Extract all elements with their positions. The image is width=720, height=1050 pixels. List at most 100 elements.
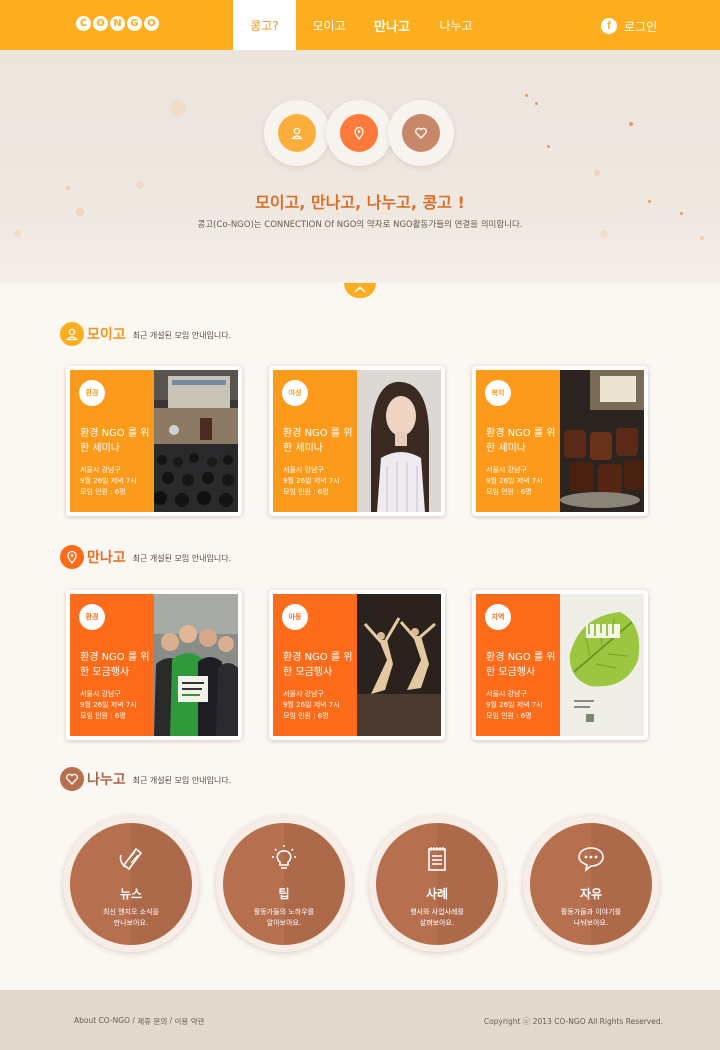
meetup-card[interactable]: 복지 환경 NGO 를 위한 세미나 서울시 강남구 9월 26일 저녁 7시 … bbox=[472, 366, 648, 516]
dancers-photo bbox=[357, 594, 441, 736]
decor-dot bbox=[136, 181, 144, 189]
footer: About CO-NGO / 제휴 문의 / 이용 약관 Copyright ⓒ… bbox=[0, 990, 720, 1050]
chat-bubble-icon bbox=[578, 847, 604, 872]
logo-letter: O bbox=[93, 16, 108, 31]
card-info-panel: 환경 환경 NGO 를 위한 세미나 서울시 강남구 9월 26일 저녁 7시 … bbox=[70, 370, 154, 512]
card-info-panel: 환경 환경 NGO 를 위한 모금행사 서울시 강남구 9월 26일 저녁 7시… bbox=[70, 594, 154, 736]
card-time: 9월 26일 저녁 7시 bbox=[486, 477, 543, 485]
card-info: 서울시 강남구 9월 26일 저녁 7시 모임 인원 : 6명 bbox=[486, 689, 560, 722]
decor-dot bbox=[594, 170, 600, 176]
share-desc: 활동가들의 노하우를 알아보아요. bbox=[223, 907, 345, 929]
share-desc-line: 최신 엔지오 소식을 bbox=[103, 908, 159, 916]
card-members: 모임 인원 : 6명 bbox=[80, 488, 126, 496]
chevron-up-icon bbox=[354, 286, 366, 293]
logo-letter: G bbox=[127, 16, 142, 31]
footer-links: About CO-NGO / 제휴 문의 / 이용 약관 bbox=[74, 1016, 205, 1027]
heart-icon bbox=[402, 114, 440, 152]
card-time: 9월 26일 저녁 7시 bbox=[80, 477, 137, 485]
main-nav: 콩고? 모이고 만나고 나누고 bbox=[233, 0, 490, 50]
card-members: 모임 인원 : 6명 bbox=[283, 488, 329, 496]
card-time: 9월 26일 저녁 7시 bbox=[283, 477, 340, 485]
nav-item-moigo[interactable]: 모이고 bbox=[296, 0, 362, 50]
hero-title: 모이고, 만나고, 나누고, 콩고 ! bbox=[255, 193, 465, 212]
decor-dot bbox=[700, 236, 704, 240]
person-icon bbox=[60, 322, 84, 346]
meetup-card[interactable]: 지역 환경 NGO 를 위한 모금행사 서울시 강남구 9월 26일 저녁 7시… bbox=[472, 590, 648, 740]
notepad-icon bbox=[428, 847, 446, 871]
section-title: 나누고 bbox=[87, 772, 126, 788]
hero-icon-rings bbox=[264, 100, 454, 166]
card-title: 환경 NGO 를 위한 세미나 bbox=[80, 428, 150, 454]
nav-item-congo[interactable]: 콩고? bbox=[233, 0, 296, 50]
card-info-panel: 지역 환경 NGO 를 위한 모금행사 서울시 강남구 9월 26일 저녁 7시… bbox=[476, 594, 560, 736]
section-header-mannago: 만나고 최근 개설된 모임 안내입니다. bbox=[60, 545, 231, 569]
nav-item-nanugo[interactable]: 나누고 bbox=[422, 0, 490, 50]
copyright: Copyright ⓒ 2013 CO-NGO All Rights Reser… bbox=[483, 1017, 663, 1026]
card-members: 모임 인원 : 6명 bbox=[283, 712, 329, 720]
card-location: 서울시 강남구 bbox=[80, 690, 121, 698]
facebook-icon[interactable]: f bbox=[601, 18, 617, 34]
section-header-nanugo: 나누고 최근 개설된 모임 안내입니다. bbox=[60, 767, 231, 791]
footer-separator: / bbox=[167, 1016, 175, 1025]
logo[interactable]: C O N G O bbox=[76, 16, 159, 31]
footer-link-terms[interactable]: 이용 약관 bbox=[175, 1016, 205, 1027]
card-location: 서울시 강남구 bbox=[283, 690, 324, 698]
section-header-moigo: 모이고 최근 개설된 모임 안내입니다. bbox=[60, 322, 231, 346]
card-title: 환경 NGO 를 위한 세미나 bbox=[486, 428, 556, 454]
meetup-card[interactable]: 아동 환경 NGO 를 위한 모금행사 서울시 강남구 9월 26일 저녁 7시… bbox=[269, 590, 445, 740]
card-title: 환경 NGO 를 위한 모금행사 bbox=[283, 652, 353, 678]
lightbulb-icon bbox=[272, 845, 296, 869]
footer-link-about[interactable]: About CO-NGO bbox=[74, 1016, 130, 1027]
location-pin-icon bbox=[60, 545, 84, 569]
logo-letter: O bbox=[144, 16, 159, 31]
card-title: 환경 NGO 를 위한 모금행사 bbox=[80, 652, 150, 678]
category-badge: 환경 bbox=[79, 604, 105, 630]
newspaper-icon bbox=[119, 847, 143, 871]
footer-separator: / bbox=[129, 1016, 138, 1025]
canele-pastry-photo bbox=[560, 370, 644, 512]
share-category-news[interactable]: 뉴스 최신 엔지오 소식을 만나보아요. bbox=[63, 816, 199, 952]
card-title: 환경 NGO 를 위한 세미나 bbox=[283, 428, 353, 454]
share-category-case[interactable]: 사례 행사와 사업사례를 살펴보아요. bbox=[369, 816, 505, 952]
share-desc-line: 살펴보아요. bbox=[419, 919, 455, 927]
meetup-card[interactable]: 환경 환경 NGO 를 위한 모금행사 서울시 강남구 9월 26일 저녁 7시… bbox=[66, 590, 242, 740]
share-desc: 최신 엔지오 소식을 만나보아요. bbox=[70, 907, 192, 929]
card-info-panel: 여성 환경 NGO 를 위한 세미나 서울시 강남구 9월 26일 저녁 7시 … bbox=[273, 370, 357, 512]
section-desc: 최근 개설된 모임 안내입니다. bbox=[132, 776, 232, 785]
card-info: 서울시 강남구 9월 26일 저녁 7시 모임 인원 : 6명 bbox=[283, 465, 357, 498]
card-info: 서울시 강남구 9월 26일 저녁 7시 모임 인원 : 6명 bbox=[80, 689, 154, 722]
hero-banner: 모이고, 만나고, 나누고, 콩고 ! 콩고(Co-NGO)는 CONNECTI… bbox=[0, 50, 720, 283]
card-info: 서울시 강남구 9월 26일 저녁 7시 모임 인원 : 6명 bbox=[486, 465, 560, 498]
nav-item-mannago[interactable]: 만나고 bbox=[362, 0, 422, 50]
share-desc-line: 알아보아요. bbox=[266, 919, 302, 927]
card-members: 모임 인원 : 6명 bbox=[80, 712, 126, 720]
decor-dot bbox=[547, 145, 550, 148]
footer-link-partnership[interactable]: 제휴 문의 bbox=[137, 1016, 167, 1027]
share-desc: 활동가들과 이야기를 나눠보아요. bbox=[530, 907, 652, 929]
share-desc-line: 활동가들의 노하우를 bbox=[253, 908, 315, 916]
section-title: 모이고 bbox=[87, 327, 126, 343]
share-category-free[interactable]: 자유 활동가들과 이야기를 나눠보아요. bbox=[523, 816, 659, 952]
woman-portrait-photo bbox=[357, 370, 441, 512]
card-title: 환경 NGO 를 위한 모금행사 bbox=[486, 652, 556, 678]
card-info: 서울시 강남구 9월 26일 저녁 7시 모임 인원 : 6명 bbox=[283, 689, 357, 722]
decor-dot bbox=[600, 230, 608, 238]
share-title: 자유 bbox=[579, 887, 603, 901]
heart-icon bbox=[60, 767, 84, 791]
seminar-photo bbox=[154, 370, 238, 512]
card-info-panel: 아동 환경 NGO 를 위한 모금행사 서울시 강남구 9월 26일 저녁 7시… bbox=[273, 594, 357, 736]
card-time: 9월 26일 저녁 7시 bbox=[486, 701, 543, 709]
meetup-card[interactable]: 환경 환경 NGO 를 위한 세미나 서울시 강남구 9월 26일 저녁 7시 … bbox=[66, 366, 242, 516]
group-photo bbox=[154, 594, 238, 736]
share-desc-line: 만나보아요. bbox=[113, 919, 149, 927]
login-link[interactable]: 로그인 bbox=[624, 18, 657, 35]
share-title: 팁 bbox=[278, 887, 290, 901]
share-category-tip[interactable]: 팁 활동가들의 노하우를 알아보아요. bbox=[216, 816, 352, 952]
card-location: 서울시 강남구 bbox=[80, 466, 121, 474]
share-desc-line: 행사와 사업사례를 bbox=[410, 908, 464, 916]
share-desc-line: 활동가들과 이야기를 bbox=[560, 908, 622, 916]
scroll-up-button[interactable] bbox=[344, 283, 376, 298]
meetup-card[interactable]: 여성 환경 NGO 를 위한 세미나 서울시 강남구 9월 26일 저녁 7시 … bbox=[269, 366, 445, 516]
green-leaf-photo bbox=[560, 594, 644, 736]
card-location: 서울시 강남구 bbox=[486, 466, 527, 474]
